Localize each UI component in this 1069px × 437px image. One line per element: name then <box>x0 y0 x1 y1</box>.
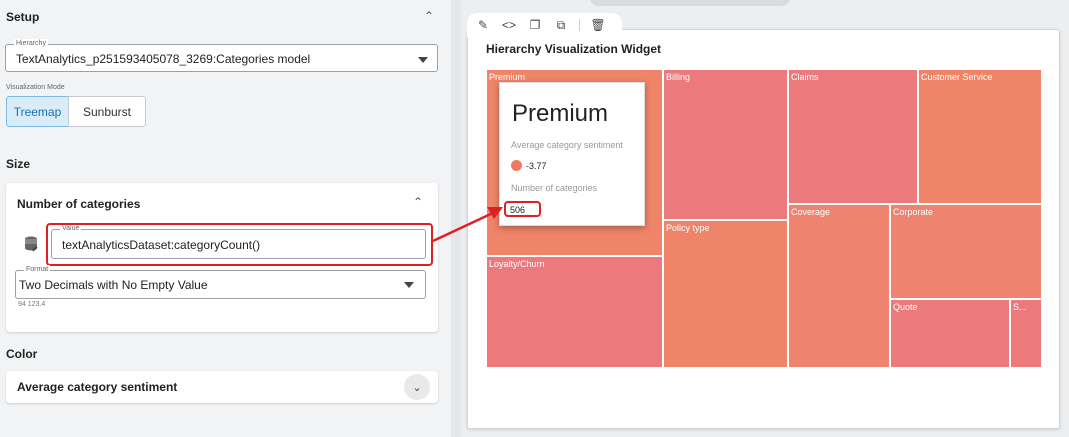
widget-title: Hierarchy Visualization Widget <box>486 42 662 56</box>
treemap-tile[interactable]: Quote <box>890 299 1010 368</box>
panel-divider[interactable] <box>451 0 461 437</box>
canvas-tab <box>590 0 790 6</box>
tile-label: Corporate <box>893 207 934 217</box>
format-preview: 94 123.4 <box>18 301 46 308</box>
tile-label: Billing <box>666 72 691 82</box>
setup-heading: Setup <box>6 10 40 24</box>
average-category-sentiment-card[interactable]: Average category sentiment <box>6 371 438 403</box>
tile-label: Policy type <box>666 223 710 233</box>
tile-label: Premium <box>489 72 526 82</box>
treemap-tile[interactable]: Loyalty/Churn <box>486 256 663 368</box>
tile-label: Customer Service <box>921 72 993 82</box>
treemap-tile[interactable]: Customer Service <box>918 69 1042 204</box>
duplicate-icon[interactable]: ⧉ <box>553 18 569 33</box>
treemap-tile[interactable]: Claims <box>788 69 918 204</box>
treemap-tile[interactable]: Coverage <box>788 204 890 368</box>
tile-label: Quote <box>893 302 918 312</box>
size-heading: Size <box>6 157 31 171</box>
sunburst-mode-button[interactable]: Sunburst <box>68 96 146 127</box>
dropdown-caret-icon <box>418 57 428 63</box>
tooltip-count-label: Number of categories <box>511 183 598 193</box>
delete-icon[interactable]: 🗑 <box>590 18 606 32</box>
tile-label: Coverage <box>791 207 831 217</box>
collapse-setup-chevron-up-icon[interactable]: ⌃ <box>424 9 434 23</box>
format-select[interactable]: Format Two Decimals with No Empty Value <box>15 265 426 299</box>
color-heading: Color <box>6 347 38 361</box>
hierarchy-label: Hierarchy <box>14 39 48 48</box>
treemap-tile[interactable]: Billing <box>663 69 788 220</box>
count-highlight-box <box>504 201 541 217</box>
format-value: Two Decimals with No Empty Value <box>19 278 208 292</box>
number-of-categories-title: Number of categories <box>17 197 141 211</box>
treemap-mode-button[interactable]: Treemap <box>6 96 69 127</box>
treemap-tile[interactable]: S... <box>1010 299 1042 368</box>
hierarchy-value: TextAnalytics_p251593405078_3269:Categor… <box>16 52 311 66</box>
tooltip-sentiment-value: -3.77 <box>526 161 547 171</box>
visualization-mode-label: Visualization Mode <box>6 84 65 91</box>
collapse-card-chevron-up-icon[interactable]: ⌃ <box>413 195 423 209</box>
edit-icon[interactable]: ✎ <box>475 18 491 32</box>
code-icon[interactable]: <> <box>501 18 517 32</box>
settings-panel: Setup ⌃ Hierarchy TextAnalytics_p2515934… <box>0 0 451 437</box>
database-icon <box>25 236 38 252</box>
copy-icon[interactable]: ❐ <box>527 18 543 32</box>
treemap-tile[interactable]: Policy type <box>663 220 788 368</box>
toolbar-divider <box>579 19 580 31</box>
average-category-sentiment-title: Average category sentiment <box>17 380 178 394</box>
tile-label: Loyalty/Churn <box>489 259 545 269</box>
widget-toolbar: ✎ <> ❐ ⧉ 🗑 <box>467 13 622 37</box>
hierarchy-select[interactable]: Hierarchy TextAnalytics_p251593405078_32… <box>5 39 438 72</box>
expand-chevron-down-icon[interactable]: ⌄ <box>404 374 430 400</box>
treemap-tile[interactable]: Corporate <box>890 204 1042 299</box>
tooltip-title: Premium <box>512 100 609 127</box>
tooltip-sentiment-label: Average category sentiment <box>511 140 623 150</box>
tile-label: Claims <box>791 72 819 82</box>
value-highlight-box <box>46 223 433 266</box>
sentiment-color-dot <box>511 160 522 171</box>
tile-label: S... <box>1013 302 1027 312</box>
format-label: Format <box>24 265 51 274</box>
dropdown-caret-icon <box>404 282 414 288</box>
